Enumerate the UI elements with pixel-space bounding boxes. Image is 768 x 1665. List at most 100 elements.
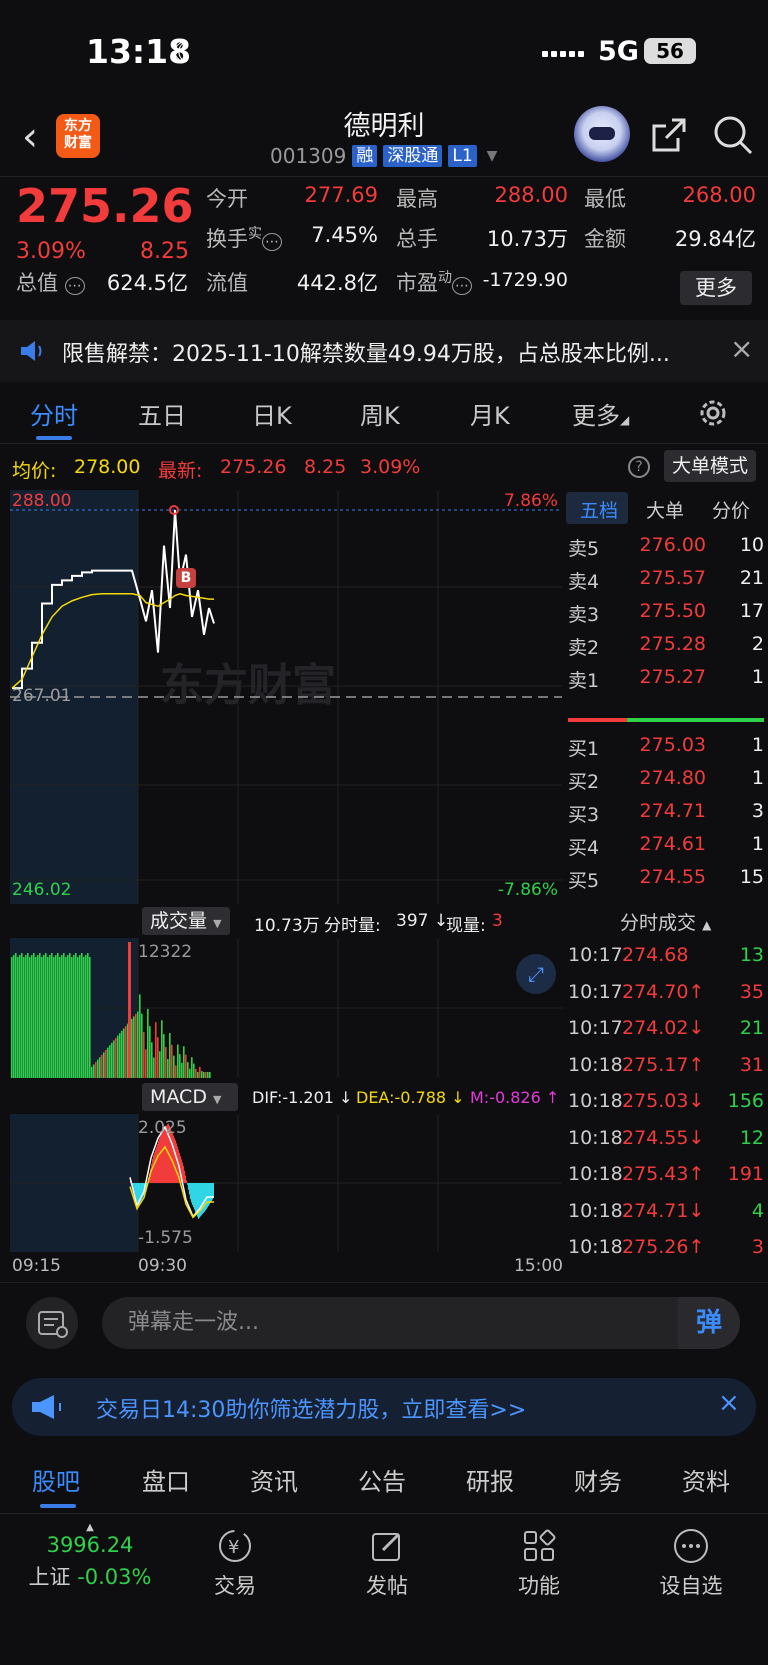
tab-daily-k[interactable]: 日K — [252, 396, 292, 431]
current-vol-value: 3 — [492, 911, 503, 931]
danmu-input[interactable]: 弹幕走一波... — [102, 1297, 678, 1349]
level-label: 卖2 — [568, 637, 600, 659]
help-icon[interactable]: ? — [628, 456, 650, 478]
tab-big-orders[interactable]: 大单 — [646, 496, 684, 523]
tick-row: 10:18 275.26↑ 3 — [562, 1236, 768, 1274]
macd-bar — [186, 1180, 187, 1183]
tick-qty: 31 — [739, 1053, 764, 1076]
macd-header: MACD ▼ DIF:-1.201 ↓ DEA:-0.788 ↓ M:-0.82… — [0, 1080, 562, 1114]
open-label: 今开 — [206, 187, 248, 211]
tab-more[interactable]: 更多◢ — [572, 396, 629, 431]
macd-bar — [195, 1183, 196, 1213]
volume-selector[interactable]: 成交量 ▼ — [142, 907, 230, 935]
nav-functions-label: 功能 — [518, 1574, 560, 1598]
intraday-chart[interactable]: 东方财富 288.00 267.01 246.02 7.86% -7.86% B — [10, 490, 562, 904]
volume-chart[interactable]: 12322 ⤢ — [10, 938, 562, 1078]
big-order-mode-button[interactable]: 大单模式 — [664, 450, 756, 482]
volume-bar — [33, 953, 35, 1078]
caret-up-icon: ▲ — [702, 918, 712, 932]
macd-bar — [176, 1143, 177, 1183]
volume-bar — [17, 957, 19, 1078]
ask-row[interactable]: 卖5 276.00 10 — [562, 534, 768, 568]
volume-bar — [69, 953, 71, 1078]
tab-monthly-k[interactable]: 月K — [470, 396, 510, 431]
volume-bar — [173, 1055, 175, 1078]
tick-price: 274.68 — [622, 944, 689, 966]
ask-row[interactable]: 卖3 275.50 17 — [562, 600, 768, 634]
tab-forum[interactable]: 股吧 — [32, 1462, 80, 1497]
nav-trade[interactable]: ¥ 交易 — [180, 1526, 290, 1600]
ask-row[interactable]: 卖4 275.57 21 — [562, 567, 768, 601]
danmu-send-button[interactable]: 弹 — [678, 1297, 740, 1349]
nav-post[interactable]: 发帖 — [332, 1526, 442, 1600]
tab-five-day[interactable]: 五日 — [138, 396, 186, 431]
tick-time: 10:18 — [568, 1236, 623, 1258]
macd-selector[interactable]: MACD ▼ — [142, 1083, 238, 1111]
volume-bar — [135, 1014, 137, 1078]
share-icon[interactable] — [648, 114, 690, 156]
level-price: 276.00 — [639, 534, 706, 556]
nav-functions[interactable]: 功能 — [484, 1526, 594, 1600]
more-button[interactable]: 更多 — [680, 271, 752, 305]
volume-bar — [31, 955, 33, 1078]
avg-label: 均价: — [12, 460, 57, 482]
info-dots-icon[interactable]: ⋯ — [64, 277, 85, 295]
tab-five-levels[interactable]: 五档 — [580, 496, 618, 523]
volume-bar — [203, 1072, 205, 1078]
macd-bar — [135, 1183, 136, 1197]
info-dots-icon[interactable]: ⋯ — [452, 277, 472, 295]
volume-bar — [111, 1042, 113, 1078]
level-label: 买5 — [568, 870, 600, 892]
chevron-down-icon[interactable]: ▼ — [487, 148, 498, 164]
volume-bar — [195, 1068, 197, 1078]
volume-bar — [21, 953, 23, 1078]
notice-banner[interactable]: 限售解禁：2025-11-10解禁数量49.94万股，占总股本比例... × — [0, 320, 768, 382]
tick-qty: 156 — [727, 1090, 764, 1112]
tab-intraday[interactable]: 分时 — [30, 396, 78, 431]
bid-row[interactable]: 买5 274.55 15 — [562, 866, 768, 900]
bid-row[interactable]: 买4 274.61 1 — [562, 833, 768, 867]
promo-banner[interactable]: 交易日14:30助你筛选潜力股，立即查看>> × — [12, 1378, 756, 1436]
level-label: 买1 — [568, 738, 600, 760]
tick-price: 275.17↑ — [622, 1053, 705, 1076]
tab-finance[interactable]: 财务 — [574, 1462, 622, 1497]
info-dots-icon[interactable]: ⋯ — [262, 233, 282, 251]
tab-price-dist[interactable]: 分价 — [712, 496, 750, 523]
robot-assistant-icon[interactable] — [574, 106, 630, 162]
search-icon[interactable] — [712, 114, 754, 156]
volume-bar — [93, 1064, 95, 1078]
close-icon[interactable]: × — [718, 1388, 740, 1418]
macd-dif: DIF:-1.201 ↓ — [252, 1088, 353, 1107]
volume-bar — [51, 953, 53, 1078]
bid-row[interactable]: 买1 275.03 1 — [562, 734, 768, 768]
bid-row[interactable]: 买2 274.80 1 — [562, 767, 768, 801]
tab-market-depth[interactable]: 盘口 — [142, 1462, 190, 1497]
volume-bar — [99, 1057, 101, 1078]
tab-news[interactable]: 资讯 — [250, 1462, 298, 1497]
tab-research[interactable]: 研报 — [466, 1462, 514, 1497]
macd-bar — [161, 1133, 162, 1183]
volume-bar — [185, 1054, 187, 1078]
buy-marker[interactable]: B — [176, 568, 196, 588]
bid-row[interactable]: 买3 274.71 3 — [562, 800, 768, 834]
macd-bar — [174, 1137, 175, 1183]
ask-row[interactable]: 卖2 275.28 2 — [562, 633, 768, 667]
danmu-settings-icon[interactable] — [26, 1297, 78, 1349]
gear-icon[interactable] — [696, 396, 730, 430]
change-percent: 3.09% — [16, 239, 86, 264]
expand-icon[interactable]: ⤢ — [516, 954, 556, 994]
tick-list[interactable]: 分时成交 ▲ 10:17 274.68 13 10:17 274.70↑ 35 10:17 2… — [562, 904, 768, 1278]
volume-bar — [131, 1018, 133, 1078]
caret-up-icon: ▲ — [86, 1522, 94, 1533]
tab-profile[interactable]: 资料 — [682, 1462, 730, 1497]
index-widget[interactable]: ▲ 3996.24 上证 -0.03% — [20, 1522, 160, 1591]
bottom-nav: ▲ 3996.24 上证 -0.03% ¥ 交易 发帖 功能 设自选 — [0, 1516, 768, 1665]
tab-weekly-k[interactable]: 周K — [360, 396, 400, 431]
nav-add-watchlist[interactable]: 设自选 — [636, 1526, 746, 1600]
chart-tabs: 分时 五日 日K 周K 月K 更多◢ — [0, 386, 768, 444]
stock-code-row[interactable]: 001309 融 深股通 L1 ▼ — [270, 144, 497, 168]
macd-chart[interactable]: 2.025 -1.575 — [10, 1114, 562, 1252]
close-icon[interactable]: × — [730, 332, 753, 365]
tab-announcements[interactable]: 公告 — [358, 1462, 406, 1497]
ask-row[interactable]: 卖1 275.27 1 — [562, 666, 768, 700]
